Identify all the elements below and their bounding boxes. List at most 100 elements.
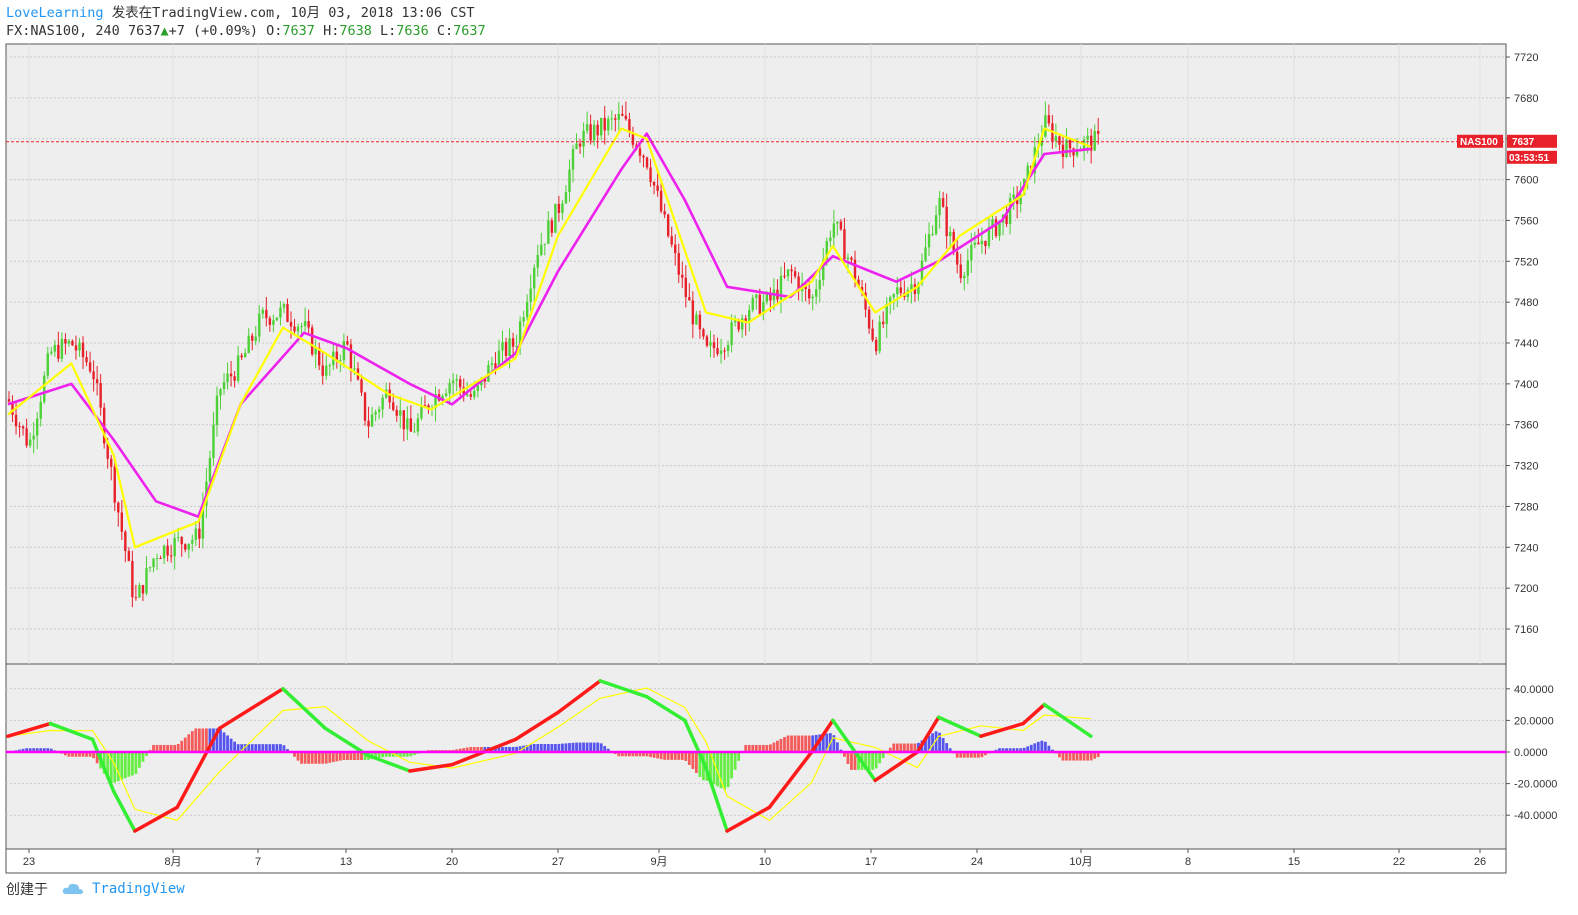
candle-body bbox=[247, 335, 250, 353]
price-tick-label: 7280 bbox=[1514, 501, 1538, 513]
candle-body bbox=[568, 169, 571, 193]
candle-body bbox=[726, 344, 730, 351]
candle-body bbox=[254, 336, 257, 341]
candle-body bbox=[236, 355, 240, 381]
tradingview-link[interactable]: TradingView bbox=[92, 881, 185, 897]
candle-body bbox=[293, 326, 296, 332]
candle-body bbox=[169, 555, 173, 557]
price-tick-label: 7240 bbox=[1514, 542, 1538, 554]
countdown-value: 03:53:51 bbox=[1509, 153, 1549, 164]
time-axis[interactable] bbox=[5, 848, 1507, 874]
candle-body bbox=[469, 394, 472, 397]
price-pane[interactable] bbox=[5, 43, 1507, 665]
osc-tick-label: -40.0000 bbox=[1514, 810, 1557, 822]
candle-body bbox=[963, 275, 966, 279]
candle-body bbox=[194, 528, 198, 540]
candle-body bbox=[131, 560, 134, 598]
osc-hist-bar bbox=[790, 735, 793, 752]
osc-hist-bar bbox=[180, 740, 184, 752]
price-tag-symbol: NAS100 bbox=[1460, 137, 1498, 148]
candle-body bbox=[134, 597, 138, 599]
osc-hist-bar bbox=[797, 735, 800, 752]
osc-hist-bar bbox=[874, 752, 878, 769]
price-tick-label: 7560 bbox=[1514, 215, 1538, 227]
price-tick-label: 7320 bbox=[1514, 461, 1538, 473]
candle-body bbox=[272, 320, 275, 325]
osc-hist-bar bbox=[1043, 741, 1047, 752]
candle-body bbox=[547, 220, 550, 244]
candle-body bbox=[751, 297, 754, 311]
osc-hist-bar bbox=[793, 735, 797, 752]
candle-body bbox=[191, 539, 194, 544]
candle-body bbox=[321, 365, 324, 376]
time-tick-label: 7 bbox=[255, 856, 261, 868]
osc-hist-bar bbox=[684, 752, 688, 761]
candle-body bbox=[666, 214, 670, 237]
candle-body bbox=[268, 318, 272, 325]
candle-body bbox=[941, 198, 945, 207]
candle-body bbox=[36, 418, 39, 436]
candle-body bbox=[251, 335, 254, 341]
price-tick-label: 7600 bbox=[1514, 175, 1538, 187]
osc-hist-bar bbox=[871, 752, 875, 770]
candle-body bbox=[53, 344, 57, 352]
candle-body bbox=[550, 220, 554, 233]
candle-body bbox=[402, 410, 405, 430]
candle-body bbox=[628, 119, 631, 132]
price-tag-value: 7637 bbox=[1512, 137, 1535, 148]
candle-body bbox=[120, 512, 123, 532]
candle-body bbox=[575, 143, 578, 150]
candle-body bbox=[533, 267, 536, 289]
time-tick-label: 9月 bbox=[650, 856, 667, 868]
candle-body bbox=[1086, 135, 1089, 140]
osc-hist-bar bbox=[187, 734, 191, 752]
candle-body bbox=[444, 393, 448, 397]
time-tick-label: 22 bbox=[1393, 856, 1405, 868]
candle-body bbox=[289, 321, 293, 327]
osc-hist-bar bbox=[571, 742, 575, 752]
candle-body bbox=[712, 342, 716, 349]
osc-hist-bar bbox=[201, 728, 205, 752]
osc-hist-bar bbox=[902, 743, 906, 752]
candle-body bbox=[896, 287, 899, 295]
candle-body bbox=[71, 340, 74, 346]
candle-body bbox=[208, 457, 212, 482]
osc-hist-bar bbox=[730, 752, 734, 779]
osc-hist-bar bbox=[941, 737, 945, 752]
candle-body bbox=[18, 426, 21, 428]
osc-hist-bar bbox=[328, 752, 332, 763]
candle-body bbox=[166, 545, 169, 556]
candle-body bbox=[582, 130, 585, 147]
time-tick-label: 10 bbox=[759, 856, 771, 868]
candle-body bbox=[353, 368, 356, 370]
candle-body bbox=[561, 203, 564, 213]
candle-body bbox=[649, 167, 652, 183]
candle-body bbox=[349, 344, 353, 369]
osc-hist-bar bbox=[335, 752, 339, 762]
osc-hist-bar bbox=[1082, 752, 1086, 761]
time-tick-label: 27 bbox=[552, 856, 564, 868]
candle-body bbox=[691, 300, 695, 325]
chart-canvas[interactable]: 7160 7200 7240 7280 7320 7360 7400 7440 7480 7520… bbox=[0, 0, 1578, 915]
candle-body bbox=[719, 350, 723, 354]
osc-hist-bar bbox=[899, 743, 903, 752]
candle-body bbox=[346, 341, 349, 345]
osc-hist-bar bbox=[564, 743, 568, 752]
oscillator-pane[interactable] bbox=[5, 663, 1507, 850]
candle-body bbox=[363, 392, 367, 421]
time-tick-label: 13 bbox=[340, 856, 352, 868]
candle-body bbox=[529, 288, 532, 302]
osc-hist-bar bbox=[338, 752, 342, 761]
candle-body bbox=[807, 289, 811, 299]
candle-body bbox=[867, 309, 871, 329]
candle-body bbox=[934, 215, 938, 234]
candle-body bbox=[540, 244, 543, 255]
candle-body bbox=[709, 342, 712, 346]
candle-body bbox=[282, 304, 286, 308]
candle-body bbox=[843, 229, 846, 260]
osc-hist-bar bbox=[895, 743, 899, 752]
candle-body bbox=[155, 557, 159, 559]
osc-hist-bar bbox=[726, 752, 730, 788]
osc-hist-bar bbox=[116, 752, 120, 782]
time-tick-label: 24 bbox=[971, 856, 983, 868]
